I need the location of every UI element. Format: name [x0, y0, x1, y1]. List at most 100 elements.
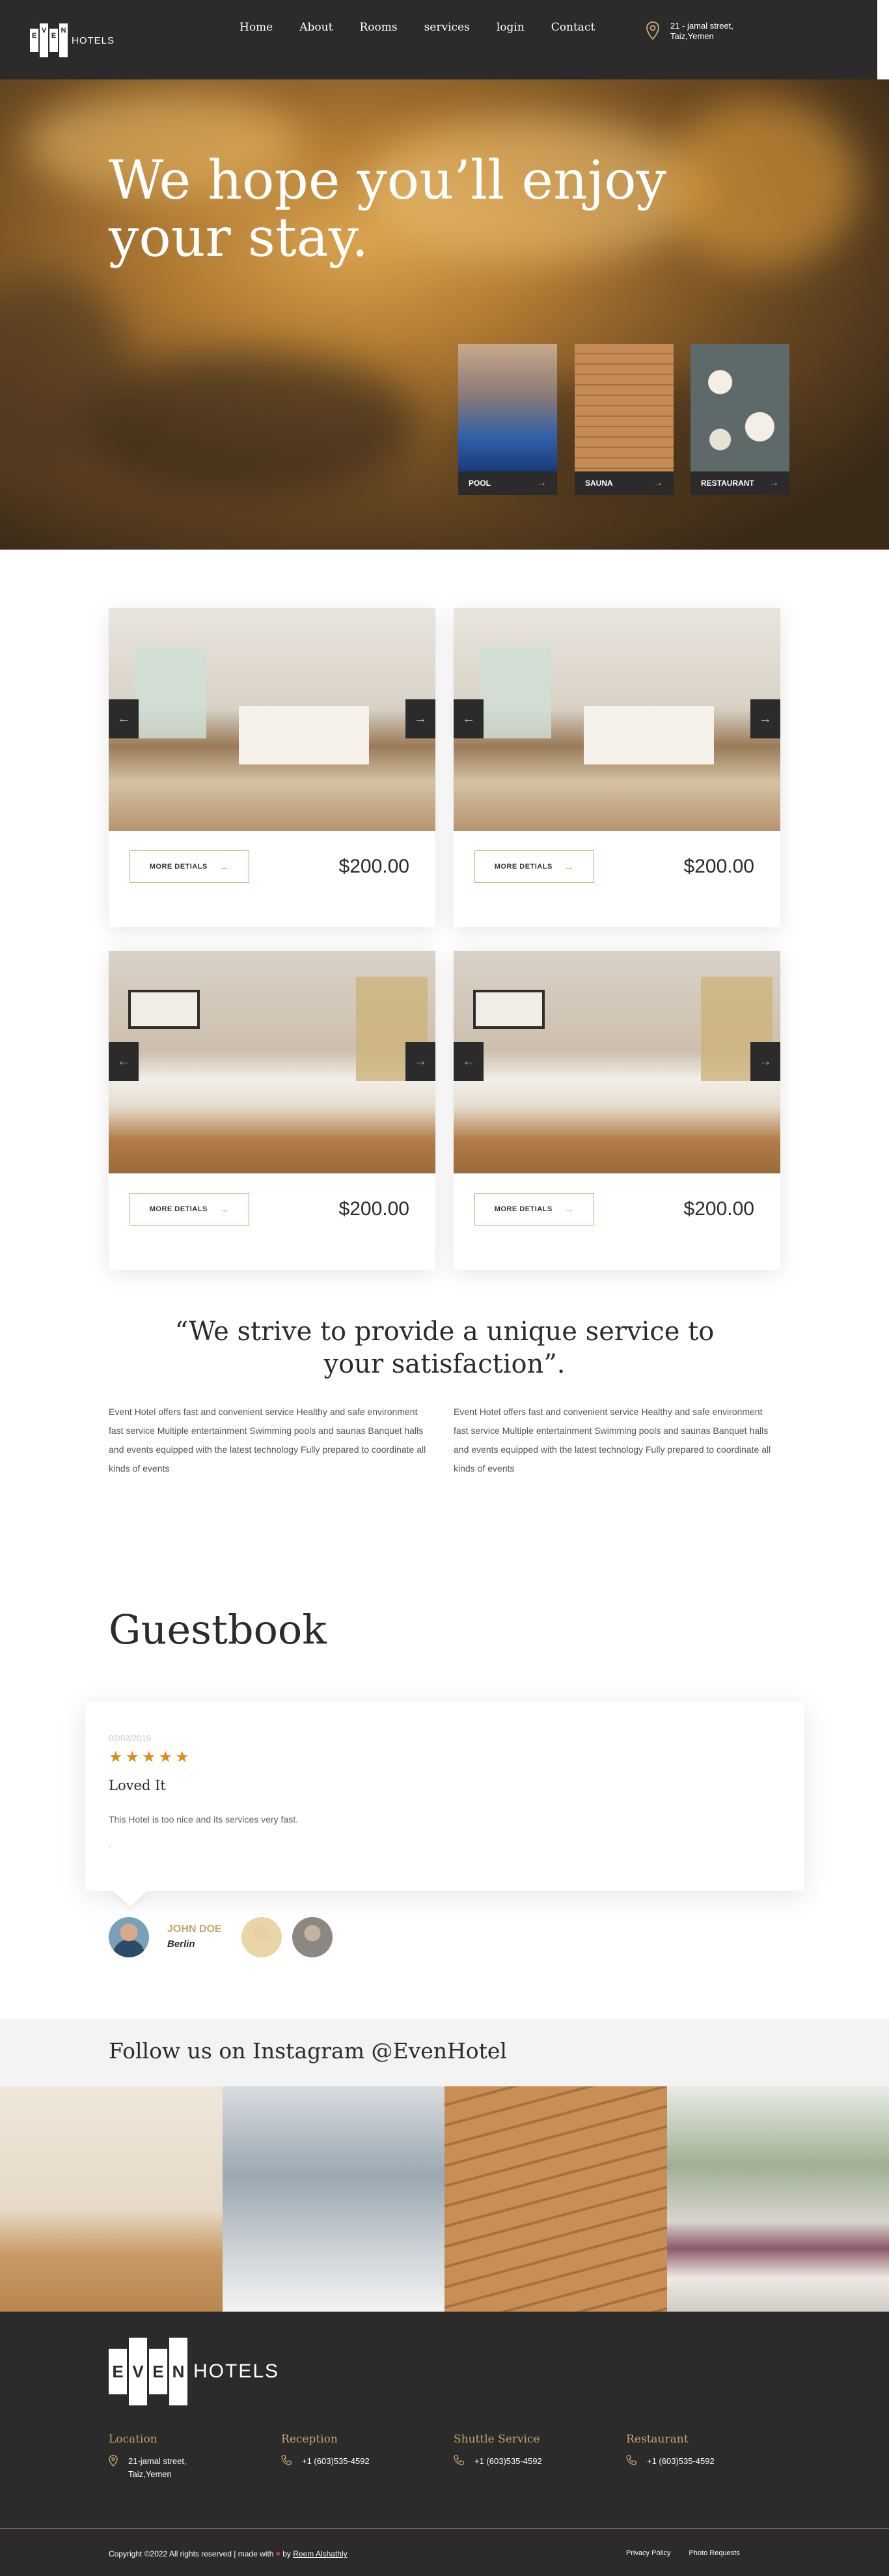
room-price: $200.00: [338, 856, 409, 877]
footer-heading: Restaurant: [626, 2433, 689, 2446]
footer-logo-suffix: HOTELS: [193, 2360, 280, 2382]
review-extra: .: [109, 1839, 111, 1849]
footer-address-line2: Taiz,Yemen: [128, 2469, 172, 2479]
copyright-by: by: [282, 2549, 291, 2558]
phone-icon: [454, 2455, 464, 2465]
review-title: Loved It: [109, 1778, 166, 1793]
room-photo: [109, 951, 435, 1173]
photo-requests-link[interactable]: Photo Requests: [689, 2549, 739, 2557]
arrow-right-icon: →: [564, 861, 575, 873]
logo-letter: V: [129, 2338, 147, 2405]
footer-address-line1: 21-jamal street,: [128, 2456, 187, 2466]
feature-card-restaurant[interactable]: RESTAURANT →: [691, 344, 789, 495]
feature-card-pool[interactable]: POOL →: [458, 344, 557, 495]
room-photo: [454, 608, 780, 831]
arrow-left-icon[interactable]: ←: [109, 699, 139, 738]
star-rating-icon: ★★★★★: [109, 1748, 192, 1766]
instagram-photo[interactable]: [0, 2086, 223, 2312]
nav-rooms[interactable]: Rooms: [359, 21, 397, 34]
footer-reception: Reception +1 (603)535-4592: [281, 2433, 437, 2468]
about-paragraph-right: Event Hotel offers fast and convenient s…: [454, 1407, 771, 1474]
more-details-button[interactable]: MORE DETIALS →: [130, 850, 249, 883]
arrow-right-icon[interactable]: →: [750, 699, 780, 738]
more-details-button[interactable]: MORE DETIALS →: [130, 1193, 249, 1225]
sauna-image: [575, 344, 674, 471]
heart-icon: ♥: [275, 2549, 280, 2558]
room-price: $200.00: [683, 856, 754, 877]
logo-suffix: HOTELS: [72, 35, 115, 46]
footer-phone[interactable]: +1 (603)535-4592: [474, 2455, 542, 2468]
guest-city: Berlin: [167, 1939, 195, 1950]
footer-phone[interactable]: +1 (603)535-4592: [302, 2455, 370, 2468]
hero-title: We hope you’ll enjoy your stay.: [109, 152, 694, 267]
footer-phone[interactable]: +1 (603)535-4592: [647, 2455, 715, 2468]
privacy-policy-link[interactable]: Privacy Policy: [626, 2549, 670, 2557]
arrow-right-icon: →: [564, 1203, 575, 1215]
footer-links: Privacy Policy Photo Requests: [626, 2549, 758, 2557]
site-footer: E V E N HOTELS Location 21-jamal street,…: [0, 2312, 889, 2576]
nav-login[interactable]: login: [497, 21, 525, 34]
header-address: 21 - jamal street, Taiz,Yemen: [646, 21, 742, 42]
feature-label: POOL: [469, 479, 491, 488]
arrow-right-icon[interactable]: →: [750, 1042, 780, 1081]
arrow-left-icon[interactable]: ←: [109, 1042, 139, 1081]
logo-letter: E: [30, 29, 38, 52]
room-card: ← → MORE DETIALS → $200.00: [109, 608, 435, 927]
more-details-button[interactable]: MORE DETIALS →: [474, 1193, 594, 1225]
arrow-right-icon: →: [653, 477, 663, 488]
arrow-left-icon[interactable]: ←: [454, 1042, 484, 1081]
feature-card-sauna[interactable]: SAUNA →: [575, 344, 674, 495]
instagram-photo[interactable]: [222, 2086, 444, 2312]
arrow-right-icon: →: [219, 1203, 230, 1215]
footer-heading: Location: [109, 2433, 157, 2446]
arrow-right-icon[interactable]: →: [405, 1042, 435, 1081]
restaurant-image: [691, 344, 789, 471]
arrow-right-icon[interactable]: →: [405, 699, 435, 738]
nav-services[interactable]: services: [424, 21, 470, 34]
arrow-right-icon: →: [536, 477, 547, 488]
arrow-left-icon[interactable]: ←: [454, 699, 484, 738]
arrow-right-icon: →: [769, 477, 779, 488]
room-photo: [109, 608, 435, 831]
avatar[interactable]: [292, 1917, 333, 1957]
nav-about[interactable]: About: [299, 21, 333, 34]
review-text: This Hotel is too nice and its services …: [109, 1814, 298, 1825]
phone-icon: [626, 2455, 636, 2465]
logo-letter: E: [109, 2349, 127, 2394]
room-price: $200.00: [683, 1198, 754, 1220]
logo-letter: V: [40, 23, 48, 57]
avatar[interactable]: [241, 1917, 282, 1957]
avatar[interactable]: [109, 1917, 149, 1957]
room-photo: [454, 951, 780, 1173]
address-line1: 21 - jamal street,: [670, 21, 733, 31]
location-pin-icon: [646, 21, 660, 40]
logo-letter: E: [49, 29, 58, 52]
copyright-text: Copyright ©2022 All rights reserved | ma…: [109, 2549, 274, 2558]
footer-logo[interactable]: E V E N HOTELS: [109, 2338, 279, 2405]
guestbook-title: Guestbook: [109, 1606, 327, 1653]
site-header: E V E N HOTELS Home About Rooms services…: [0, 0, 877, 79]
footer-logo-tiles: E V E N: [109, 2338, 189, 2405]
footer-heading: Reception: [281, 2433, 338, 2446]
feature-label: SAUNA: [585, 479, 613, 488]
quote-line1: “We strive to provide a unique service t…: [174, 1317, 715, 1347]
pool-image: [458, 344, 557, 471]
guest-name: JOHN DOE: [167, 1924, 222, 1935]
review-card: 02/02/2019 ★★★★★ Loved It This Hotel is …: [85, 1702, 804, 1891]
instagram-title[interactable]: Follow us on Instagram @EvenHotel: [109, 2038, 507, 2064]
instagram-photo[interactable]: [444, 2086, 667, 2312]
author-link[interactable]: Reem Alshathly: [293, 2549, 347, 2558]
copyright: Copyright ©2022 All rights reserved | ma…: [109, 2549, 348, 2558]
instagram-photo[interactable]: [666, 2086, 889, 2312]
phone-icon: [281, 2455, 292, 2465]
nav-home[interactable]: Home: [239, 21, 273, 34]
main-nav: Home About Rooms services login Contact: [239, 21, 622, 34]
logo-letter: N: [59, 23, 68, 57]
more-details-button[interactable]: MORE DETIALS →: [474, 850, 594, 883]
quote-line2: your satisfaction”.: [323, 1349, 566, 1379]
site-logo[interactable]: E V E N HOTELS: [30, 23, 115, 57]
hero-title-line2: your stay.: [109, 207, 369, 269]
review-date: 02/02/2019: [109, 1733, 152, 1743]
nav-contact[interactable]: Contact: [551, 21, 595, 34]
footer-shuttle: Shuttle Service +1 (603)535-4592: [454, 2433, 610, 2468]
